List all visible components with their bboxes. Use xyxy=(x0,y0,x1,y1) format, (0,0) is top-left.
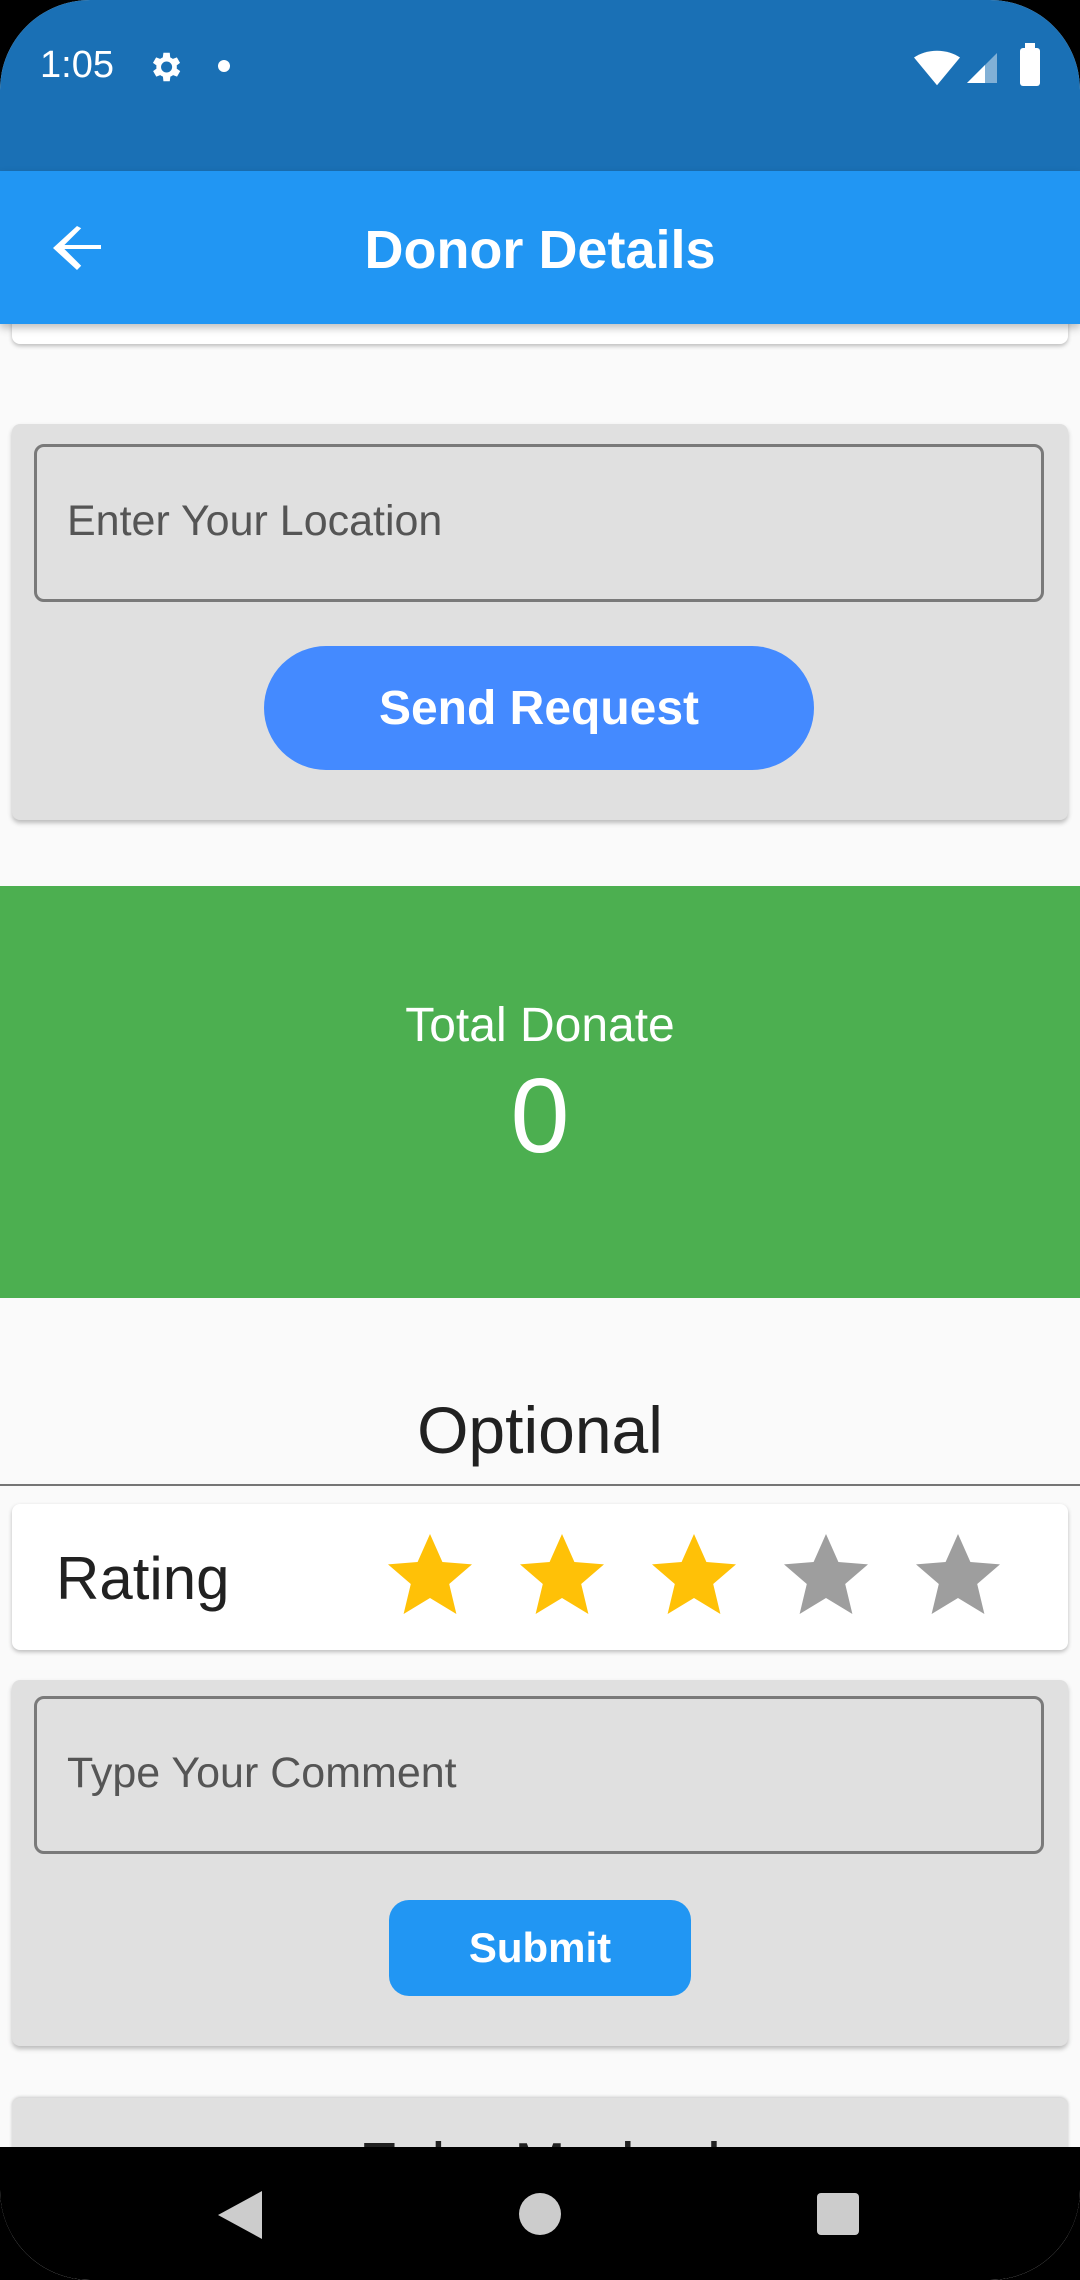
cell-signal-icon xyxy=(967,53,997,83)
comment-placeholder: Type Your Comment xyxy=(67,1749,457,1797)
total-donate-panel: Total Donate 0 xyxy=(0,886,1080,1298)
star-icon[interactable] xyxy=(646,1528,742,1624)
divider xyxy=(0,1484,1080,1486)
location-card: Enter Your Location Send Request xyxy=(12,424,1068,820)
status-bar: 1:05 xyxy=(0,0,1080,171)
send-request-button[interactable]: Send Request xyxy=(264,646,814,770)
nav-back-icon[interactable] xyxy=(218,2191,262,2239)
location-placeholder: Enter Your Location xyxy=(67,497,443,545)
star-icon[interactable] xyxy=(382,1528,478,1624)
location-input[interactable]: Enter Your Location xyxy=(34,444,1044,602)
rating-stars xyxy=(382,1528,1042,1628)
optional-heading: Optional xyxy=(417,1393,663,1467)
star-icon[interactable] xyxy=(910,1528,1006,1624)
star-icon[interactable] xyxy=(514,1528,610,1624)
wifi-icon xyxy=(914,50,960,86)
nav-recents-icon[interactable] xyxy=(817,2193,859,2235)
page-title: Donor Details xyxy=(364,220,716,280)
rating-card: Rating xyxy=(12,1504,1068,1650)
notification-dot-icon xyxy=(218,60,230,72)
comment-card: Type Your Comment Submit xyxy=(12,1680,1068,2046)
screen: 1:05 Donor Details Enter Your Location S… xyxy=(0,0,1080,2280)
status-time: 1:05 xyxy=(40,44,114,86)
star-icon[interactable] xyxy=(778,1528,874,1624)
comment-input[interactable]: Type Your Comment xyxy=(34,1696,1044,1854)
rating-label: Rating xyxy=(56,1545,230,1612)
submit-button[interactable]: Submit xyxy=(389,1900,691,1996)
battery-icon xyxy=(1020,43,1040,86)
settings-gear-icon xyxy=(152,52,181,82)
total-donate-value: 0 xyxy=(510,1057,570,1175)
total-donate-label: Total Donate xyxy=(405,999,675,1052)
app-bar: Donor Details xyxy=(0,171,1080,324)
nav-home-icon[interactable] xyxy=(519,2193,561,2235)
navigation-bar xyxy=(0,2147,1080,2280)
